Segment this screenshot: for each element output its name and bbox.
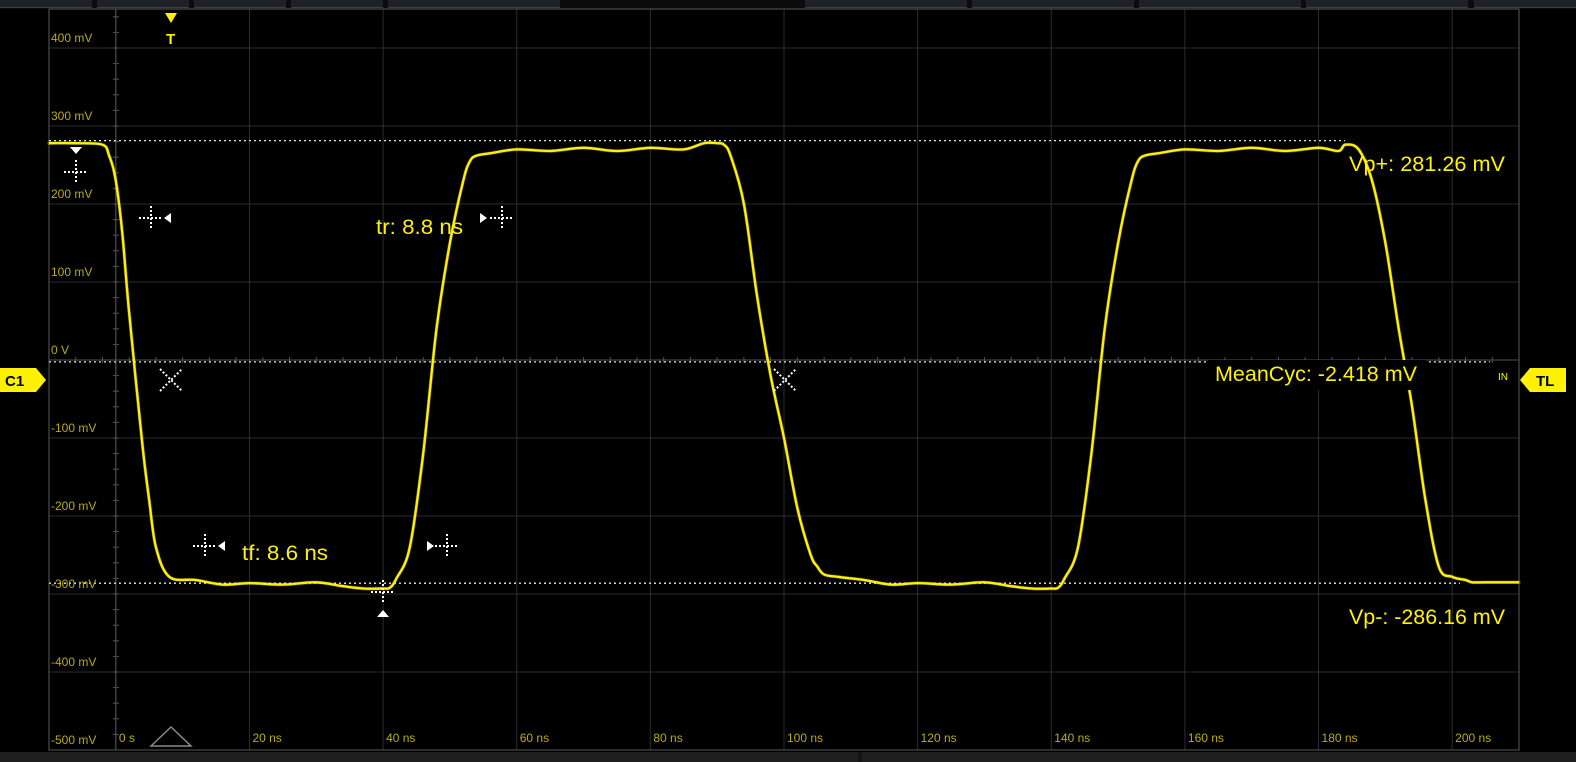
bottom-bar-segment: [0, 752, 858, 762]
mean-cyc-label: MeanCyc: -2.418 mV: [1215, 363, 1417, 386]
channel-c1-label: C1: [5, 373, 24, 390]
y-tick-label: 0 V: [51, 343, 69, 357]
x-tick-label: 20 ns: [252, 731, 281, 745]
x-tick-label: 80 ns: [653, 731, 682, 745]
vp-plus-label: Vp+: 281.26 mV: [1349, 153, 1505, 176]
x-tick-label: 200 ns: [1455, 731, 1491, 745]
oscilloscope-display: 400 mV 300 mV 200 mV 100 mV 0 V -100 mV -200 m…: [0, 8, 1576, 752]
y-tick-label: 200 mV: [51, 187, 92, 201]
bottom-bar-segment: [862, 752, 1576, 762]
y-tick-label: 400 mV: [51, 31, 92, 45]
x-tick-label: 100 ns: [787, 731, 823, 745]
x-tick-label: 160 ns: [1188, 731, 1224, 745]
trigger-level-label: TL: [1536, 373, 1554, 390]
input-label: IN: [1498, 372, 1508, 383]
trigger-position-label: T: [166, 31, 175, 48]
y-tick-label: -500 mV: [51, 733, 96, 747]
y-tick-label: -400 mV: [51, 655, 96, 669]
x-tick-label: 60 ns: [520, 731, 549, 745]
y-tick-label: 100 mV: [51, 265, 92, 279]
x-tick-label: 0 s: [119, 731, 135, 745]
vp-minus-label: Vp-: -286.16 mV: [1349, 606, 1505, 629]
fall-time-label: tf: 8.6 ns: [242, 542, 328, 565]
rise-time-label: tr: 8.8 ns: [376, 216, 463, 239]
y-tick-label: -100 mV: [51, 421, 96, 435]
y-tick-label: -300 mV: [51, 577, 96, 591]
x-tick-label: 140 ns: [1054, 731, 1090, 745]
y-tick-label: 300 mV: [51, 109, 92, 123]
y-tick-label: -200 mV: [51, 499, 96, 513]
x-tick-label: 180 ns: [1322, 731, 1358, 745]
x-tick-label: 120 ns: [921, 731, 957, 745]
x-tick-label: 40 ns: [386, 731, 415, 745]
